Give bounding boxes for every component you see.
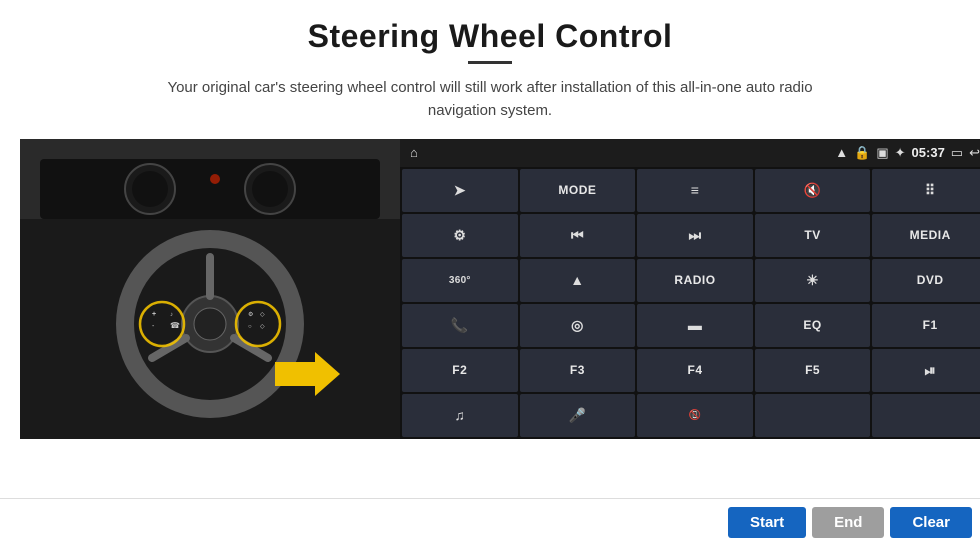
f2-label: F2 bbox=[452, 363, 467, 377]
bluetooth-icon: ✦ bbox=[895, 145, 906, 161]
title-divider bbox=[468, 61, 512, 64]
lock-icon: 🔒 bbox=[854, 145, 870, 161]
dvd-button[interactable]: DVD bbox=[872, 259, 980, 302]
svg-text:♪: ♪ bbox=[170, 312, 173, 318]
home-icon[interactable]: ⌂ bbox=[410, 145, 418, 160]
phone-button[interactable]: 📞 bbox=[402, 304, 518, 347]
circle-icon: ◎ bbox=[571, 317, 584, 334]
settings-icon: ⚙ bbox=[453, 227, 466, 244]
f1-label: F1 bbox=[923, 318, 938, 332]
call-end-button[interactable]: 📵 bbox=[637, 394, 753, 437]
music-button[interactable]: ♫ bbox=[402, 394, 518, 437]
f4-button[interactable]: F4 bbox=[637, 349, 753, 392]
bottom-bar: Start End Clear bbox=[0, 498, 980, 544]
dvd-label: DVD bbox=[917, 273, 944, 287]
eq-button[interactable]: EQ bbox=[755, 304, 871, 347]
nav-icon: ➤ bbox=[454, 182, 466, 199]
f3-label: F3 bbox=[570, 363, 585, 377]
wifi-icon: ▲ bbox=[835, 145, 848, 160]
next-icon: ⏭ bbox=[689, 227, 702, 244]
camera360-icon: 360° bbox=[449, 275, 471, 286]
prev-icon: ⏮ bbox=[571, 227, 584, 244]
button-grid: ➤ MODE ≡ 🔇 ⠿ ⚙ ⏮ ⏭ TV MEDIA 360° ▲ RADIO… bbox=[400, 167, 980, 439]
f4-label: F4 bbox=[687, 363, 702, 377]
clear-button[interactable]: Clear bbox=[890, 507, 972, 538]
page-wrapper: Steering Wheel Control Your original car… bbox=[0, 0, 980, 544]
mic-icon: 🎤 bbox=[569, 407, 587, 424]
nav-button[interactable]: ➤ bbox=[402, 169, 518, 212]
start-button[interactable]: Start bbox=[728, 507, 806, 538]
next-button[interactable]: ⏭ bbox=[637, 214, 753, 257]
music-icon: ♫ bbox=[454, 407, 465, 423]
content-row: + ♪ - ☎ ⚙ ◇ ○ ◇ bbox=[20, 139, 960, 439]
empty-btn-1 bbox=[755, 394, 871, 437]
mic-button[interactable]: 🎤 bbox=[520, 394, 636, 437]
apps-button[interactable]: ⠿ bbox=[872, 169, 980, 212]
svg-text:◇: ◇ bbox=[260, 324, 265, 330]
head-unit: ⌂ ▲ 🔒 ▣ ✦ 05:37 ▭ ↩ ➤ MODE ≡ 🔇 bbox=[400, 139, 980, 439]
steering-wheel-image: + ♪ - ☎ ⚙ ◇ ○ ◇ bbox=[20, 139, 400, 439]
prev-button[interactable]: ⏮ bbox=[520, 214, 636, 257]
back-icon[interactable]: ↩ bbox=[969, 145, 980, 161]
subtitle: Your original car's steering wheel contr… bbox=[140, 76, 840, 123]
mode-button[interactable]: MODE bbox=[520, 169, 636, 212]
call-end-icon: 📵 bbox=[689, 410, 702, 421]
list-button[interactable]: ≡ bbox=[637, 169, 753, 212]
settings-button[interactable]: ⚙ bbox=[402, 214, 518, 257]
playpause-button[interactable]: ⏯ bbox=[872, 349, 980, 392]
radio-button[interactable]: RADIO bbox=[637, 259, 753, 302]
bar-icon: ▬ bbox=[688, 317, 702, 333]
radio-label: RADIO bbox=[674, 273, 715, 287]
playpause-icon: ⏯ bbox=[924, 362, 936, 379]
mode-label: MODE bbox=[558, 183, 596, 197]
status-right: ▲ 🔒 ▣ ✦ 05:37 ▭ ↩ bbox=[835, 145, 980, 161]
camera360-button[interactable]: 360° bbox=[402, 259, 518, 302]
circle-button[interactable]: ◎ bbox=[520, 304, 636, 347]
media-label: MEDIA bbox=[910, 228, 951, 242]
time-display: 05:37 bbox=[912, 145, 945, 160]
tv-label: TV bbox=[804, 228, 820, 242]
media-button[interactable]: MEDIA bbox=[872, 214, 980, 257]
sd-icon: ▣ bbox=[876, 145, 888, 161]
f1-button[interactable]: F1 bbox=[872, 304, 980, 347]
mute-icon: 🔇 bbox=[804, 182, 822, 199]
bar-button[interactable]: ▬ bbox=[637, 304, 753, 347]
svg-text:◇: ◇ bbox=[260, 312, 265, 318]
tv-button[interactable]: TV bbox=[755, 214, 871, 257]
eject-icon: ▲ bbox=[570, 272, 584, 288]
phone-icon: 📞 bbox=[451, 317, 469, 334]
empty-btn-2 bbox=[872, 394, 980, 437]
apps-icon: ⠿ bbox=[925, 182, 936, 199]
end-button[interactable]: End bbox=[812, 507, 884, 538]
f5-label: F5 bbox=[805, 363, 820, 377]
eq-label: EQ bbox=[803, 318, 821, 332]
svg-text:⚙: ⚙ bbox=[248, 311, 253, 318]
screenshot-icon: ▭ bbox=[951, 145, 963, 161]
eject-button[interactable]: ▲ bbox=[520, 259, 636, 302]
f5-button[interactable]: F5 bbox=[755, 349, 871, 392]
svg-text:○: ○ bbox=[248, 324, 252, 330]
brightness-button[interactable]: ☀ bbox=[755, 259, 871, 302]
f3-button[interactable]: F3 bbox=[520, 349, 636, 392]
mute-button[interactable]: 🔇 bbox=[755, 169, 871, 212]
f2-button[interactable]: F2 bbox=[402, 349, 518, 392]
page-title: Steering Wheel Control bbox=[308, 18, 673, 55]
svg-text:+: + bbox=[152, 311, 156, 318]
brightness-icon: ☀ bbox=[806, 272, 819, 289]
list-icon: ≡ bbox=[691, 182, 699, 198]
status-bar: ⌂ ▲ 🔒 ▣ ✦ 05:37 ▭ ↩ bbox=[400, 139, 980, 167]
status-left: ⌂ bbox=[410, 145, 418, 160]
svg-text:☎: ☎ bbox=[170, 321, 180, 330]
